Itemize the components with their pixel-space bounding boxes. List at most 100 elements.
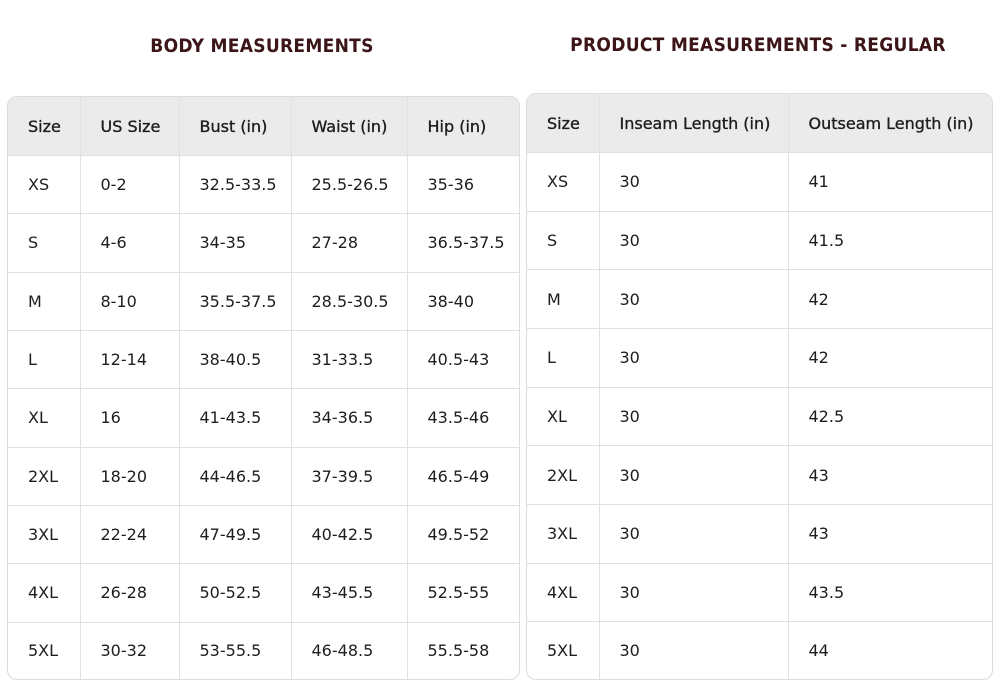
table-cell: 34-36.5 (291, 388, 408, 448)
table-cell: 16 (80, 388, 180, 448)
table-cell: 2XL (527, 445, 600, 505)
product-measurements-table-container: Size Inseam Length (in) Outseam Length (… (526, 93, 993, 680)
table-header-row: Size US Size Bust (in) Waist (in) Hip (i… (8, 97, 519, 156)
table-cell: 46.5-49 (407, 447, 519, 506)
table-row: M 8-10 35.5-37.5 28.5-30.5 38-40 (8, 272, 519, 331)
table-cell: 43.5-46 (407, 388, 519, 448)
table-cell: M (527, 269, 600, 329)
table-cell: 18-20 (80, 447, 180, 506)
column-header: US Size (80, 97, 180, 156)
table-cell: 55.5-58 (427, 641, 490, 661)
column-header: Hip (in) (407, 97, 519, 156)
table-cell: 37-39.5 (291, 447, 408, 506)
table-row: XL 30 42.5 (527, 387, 992, 447)
table-cell: 2XL (8, 447, 81, 506)
table-cell: 43 (788, 445, 992, 505)
product-measurements-title: PRODUCT MEASUREMENTS - REGULAR (570, 34, 946, 56)
table-row: M 30 42 (527, 269, 992, 329)
table-cell: 4XL (8, 563, 81, 623)
table-row: 5XL 30-32 53-55.5 46-48.5 55.5-58 (8, 622, 519, 679)
table-cell: 12-14 (80, 330, 180, 390)
table-cell: 30-32 (80, 622, 180, 679)
table-cell: M (8, 272, 81, 331)
table-cell: 4-6 (80, 213, 180, 273)
column-header: Size (8, 97, 81, 156)
table-cell: 41.5 (788, 211, 992, 271)
table-cell: 31-33.5 (291, 330, 408, 390)
table-cell: 42 (788, 269, 992, 329)
table-cell: 52.5-55 (407, 563, 519, 623)
table-cell: 30 (599, 504, 789, 564)
table-cell: 30 (599, 269, 789, 329)
table-cell: 41 (788, 152, 992, 212)
table-cell: 42 (788, 328, 992, 388)
table-cell: 3XL (8, 505, 81, 565)
table-cell: 30 (599, 621, 789, 679)
table-cell: L (527, 328, 600, 388)
table-cell: XL (8, 388, 81, 448)
table-row: 3XL 22-24 47-49.5 40-42.5 49.5-52 (8, 505, 519, 565)
table-cell: 53-55.5 (179, 622, 292, 679)
table-cell: 43-45.5 (291, 563, 408, 623)
column-header: Outseam Length (in) (788, 94, 992, 153)
table-cell: 46-48.5 (291, 622, 408, 679)
table-cell: 30 (599, 152, 789, 212)
table-row: 3XL 30 43 (527, 504, 992, 564)
table-row: L 12-14 38-40.5 31-33.5 40.5-43 (8, 330, 519, 390)
table-cell: 30 (599, 211, 789, 271)
table-cell: 30 (599, 445, 789, 505)
table-cell: 36.5-37.5 (407, 213, 519, 273)
table-cell: 47-49.5 (179, 505, 292, 565)
table-cell: 0-2 (80, 155, 180, 215)
table-cell: 38-40.5 (179, 330, 292, 390)
table-cell: S (527, 211, 600, 271)
table-header-row: Size Inseam Length (in) Outseam Length (… (527, 94, 992, 153)
table-cell: 5XL (527, 621, 600, 679)
column-header: Waist (in) (291, 97, 408, 156)
table-cell: 38-40 (407, 272, 519, 331)
table-cell: 40-42.5 (291, 505, 408, 565)
table-row: 4XL 30 43.5 (527, 563, 992, 623)
table-cell: 28.5-30.5 (291, 272, 408, 331)
table-cell: 30 (599, 563, 789, 623)
table-cell: 44 (808, 641, 829, 661)
table-row: L 30 42 (527, 328, 992, 388)
body-measurements-title: BODY MEASUREMENTS (150, 35, 374, 57)
table-cell: 4XL (527, 563, 600, 623)
table-row: 2XL 30 43 (527, 445, 992, 505)
table-cell: L (8, 330, 81, 390)
table-cell: XL (527, 387, 600, 447)
table-cell: 27-28 (291, 213, 408, 273)
column-header: Bust (in) (179, 97, 292, 156)
table-row: 5XL 30 44 (527, 621, 992, 679)
table-cell: 49.5-52 (407, 505, 519, 565)
table-row: 4XL 26-28 50-52.5 43-45.5 52.5-55 (8, 563, 519, 623)
table-row: XS 0-2 32.5-33.5 25.5-26.5 35-36 (8, 155, 519, 215)
table-row: S 30 41.5 (527, 211, 992, 271)
table-cell: 43 (788, 504, 992, 564)
table-row: S 4-6 34-35 27-28 36.5-37.5 (8, 213, 519, 273)
column-header: Inseam Length (in) (599, 94, 789, 153)
table-row: XL 16 41-43.5 34-36.5 43.5-46 (8, 388, 519, 448)
table-cell: S (8, 213, 81, 273)
table-cell: 3XL (527, 504, 600, 564)
table-cell: 44-46.5 (179, 447, 292, 506)
column-header: Size (527, 94, 600, 153)
table-cell: 8-10 (80, 272, 180, 331)
table-row: XS 30 41 (527, 152, 992, 212)
table-cell: 50-52.5 (179, 563, 292, 623)
table-cell: 34-35 (179, 213, 292, 273)
table-cell: XS (8, 155, 81, 215)
table-cell: 30 (599, 328, 789, 388)
body-measurements-table: Size US Size Bust (in) Waist (in) Hip (i… (8, 97, 519, 679)
table-cell: 42.5 (788, 387, 992, 447)
table-cell: 35.5-37.5 (179, 272, 292, 331)
table-cell: 43.5 (788, 563, 992, 623)
table-cell: 26-28 (80, 563, 180, 623)
body-measurements-table-container: Size US Size Bust (in) Waist (in) Hip (i… (7, 96, 520, 680)
table-cell: 32.5-33.5 (179, 155, 292, 215)
table-cell: XS (527, 152, 600, 212)
table-row: 2XL 18-20 44-46.5 37-39.5 46.5-49 (8, 447, 519, 506)
product-measurements-table: Size Inseam Length (in) Outseam Length (… (527, 94, 992, 679)
table-cell: 40.5-43 (407, 330, 519, 390)
